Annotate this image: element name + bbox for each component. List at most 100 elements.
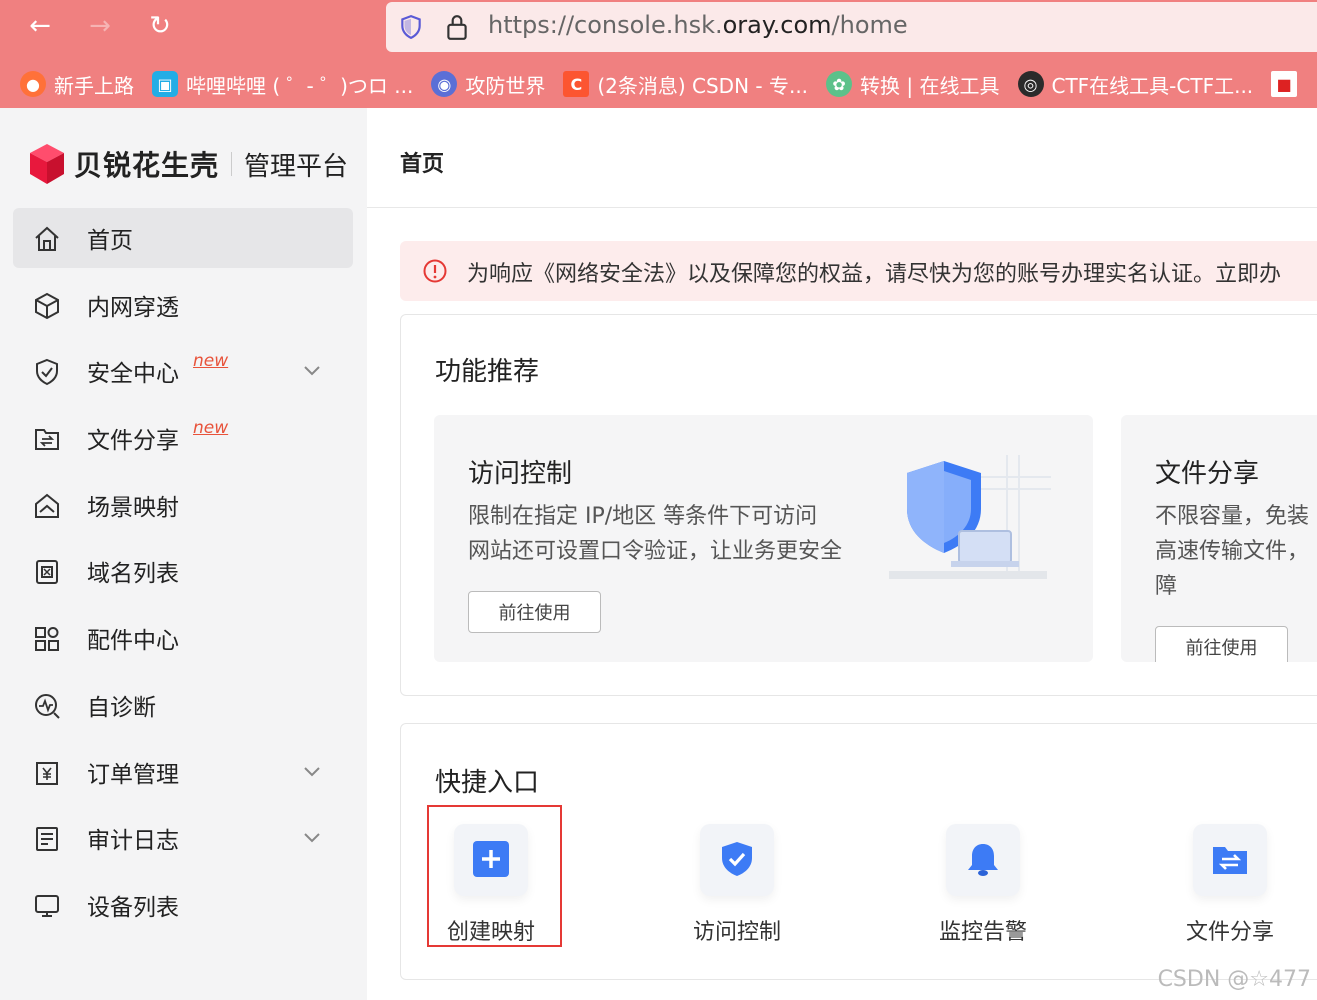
shield-laptop-illustration	[889, 455, 1051, 579]
quick-label: 文件分享	[1186, 920, 1275, 945]
bilibili-icon: ▣	[152, 71, 178, 97]
order-icon	[36, 761, 58, 785]
warning-circle-icon	[423, 259, 447, 283]
sidebar-item-orders[interactable]: 订单管理	[13, 742, 353, 802]
sidebar-item-devices[interactable]: 设备列表	[13, 875, 353, 935]
back-icon[interactable]: ←	[20, 8, 60, 44]
bookmark-label: CTF在线工具-CTF工...	[1051, 73, 1254, 98]
go-use-button[interactable]: 前往使用	[468, 591, 601, 633]
scene-icon	[35, 493, 59, 518]
sidebar-item-label: 订单管理	[87, 761, 179, 788]
bookmark-item[interactable]: ◎ CTF在线工具-CTF工...	[1017, 70, 1254, 99]
sidebar-item-security[interactable]: 安全中心 new	[13, 341, 353, 401]
home-icon	[35, 226, 59, 251]
sidebar-item-label: 审计日志	[87, 828, 179, 855]
sidebar-item-accessories[interactable]: 配件中心	[13, 608, 353, 668]
feature-title: 访问控制	[468, 459, 573, 489]
bookmarks-bar: ● 新手上路 ▣ 哔哩哔哩 ( ゜- ゜)つロ ... ◉ 攻防世界 C (2条…	[0, 62, 1317, 106]
url-prefix: https://console.hsk.	[488, 11, 723, 39]
feature-desc-line: 不限容量，免装	[1155, 504, 1310, 529]
sidebar-menu: 首页 内网穿透 安全中心 new 文件分享 new 场景映射 域名列表 配件中心…	[13, 208, 353, 942]
bookmark-item[interactable]: C (2条消息) CSDN - 专...	[563, 70, 808, 99]
forward-icon[interactable]: →	[80, 8, 120, 44]
bookmark-item[interactable]: ● 新手上路	[20, 70, 134, 99]
feature-desc-line: 高速传输文件，	[1155, 539, 1310, 564]
quick-label: 访问控制	[693, 920, 782, 945]
feature-desc: 不限容量，免装 高速传输文件， 障	[1155, 499, 1309, 604]
folder-share-icon	[35, 429, 59, 451]
reload-icon[interactable]: ↻	[140, 8, 180, 44]
brand-subtitle: 管理平台	[244, 151, 349, 182]
sidebar-item-audit-log[interactable]: 审计日志	[13, 808, 353, 868]
highlight-box	[427, 805, 562, 947]
puzzle-icon: ✿	[826, 71, 853, 97]
sidebar-item-label: 域名列表	[87, 561, 179, 588]
feature-card-access-control: 访问控制 限制在指定 IP/地区 等条件下可访问 网站还可设置口令验证，让业务更…	[434, 415, 1093, 662]
bookmark-label: 转换 | 在线工具	[860, 73, 1000, 98]
bookmark-label: (2条消息) CSDN - 专...	[597, 73, 809, 98]
bookmark-item[interactable]: ◉ 攻防世界	[431, 70, 545, 99]
logo[interactable]: 贝锐花生壳 管理平台	[28, 142, 348, 186]
feature-title: 文件分享	[1155, 459, 1260, 489]
address-bar[interactable]: https://console.hsk.oray.com/home	[386, 2, 1317, 52]
url-path: /home	[831, 11, 908, 39]
cube-icon	[35, 292, 59, 319]
feature-desc-line: 网站还可设置口令验证，让业务更安全	[468, 539, 843, 564]
bookmark-item[interactable]: ▣ 哔哩哔哩 ( ゜- ゜)つロ ...	[152, 70, 413, 99]
diagnose-icon	[35, 693, 60, 719]
url-text[interactable]: https://console.hsk.oray.com/home	[488, 11, 908, 39]
sidebar-item-intranet[interactable]: 内网穿透	[13, 275, 353, 335]
bookmark-label: 新手上路	[54, 73, 134, 98]
chevron-down-icon[interactable]	[303, 363, 321, 377]
sidebar-item-file-share[interactable]: 文件分享 new	[13, 408, 353, 468]
overflow-bookmark-icon: ■	[1271, 71, 1298, 97]
sidebar: 贝锐花生壳 管理平台 首页 内网穿透 安全中心 new 文件分享 new 场景映…	[0, 108, 367, 1000]
shield-check-icon	[722, 842, 752, 876]
page-header: 首页	[367, 108, 1317, 208]
sidebar-item-diagnose[interactable]: 自诊断	[13, 675, 353, 735]
logo-divider	[231, 152, 233, 176]
bookmark-item[interactable]: ✿ 转换 | 在线工具	[826, 70, 1000, 99]
quick-access-control[interactable]: 访问控制	[647, 824, 797, 974]
realname-notice[interactable]: 为响应《网络安全法》以及保障您的权益，请尽快为您的账号办理实名认证。立即办	[400, 241, 1317, 301]
feature-desc-line: 障	[1155, 574, 1178, 599]
new-badge: new	[193, 351, 229, 372]
sidebar-item-scene[interactable]: 场景映射	[13, 475, 353, 535]
bookmark-label: 哔哩哔哩 ( ゜- ゜)つロ ...	[186, 73, 414, 98]
notice-text: 为响应《网络安全法》以及保障您的权益，请尽快为您的账号办理实名认证。立即办	[467, 262, 1282, 287]
quick-label: 监控告警	[939, 920, 1028, 945]
bookmark-item[interactable]: ■	[1271, 71, 1305, 97]
feature-card-file-share: 文件分享 不限容量，免装 高速传输文件， 障 前往使用	[1121, 415, 1317, 662]
quick-icon-tile	[946, 824, 1020, 896]
quick-monitor-alert[interactable]: 监控告警	[893, 824, 1043, 974]
sidebar-item-domains[interactable]: 域名列表	[13, 541, 353, 601]
quick-file-share[interactable]: 文件分享	[1140, 824, 1290, 974]
sidebar-item-home[interactable]: 首页	[13, 208, 353, 268]
sidebar-item-label: 设备列表	[87, 894, 179, 921]
shield-icon	[36, 359, 58, 386]
quick-icon-tile	[1193, 824, 1267, 896]
chevron-down-icon[interactable]	[303, 764, 321, 778]
page-title: 首页	[400, 152, 445, 177]
chevron-down-icon[interactable]	[303, 830, 321, 844]
section-title: 快捷入口	[435, 768, 540, 798]
folder-transfer-icon	[1213, 847, 1247, 874]
quick-icon-tile	[700, 824, 774, 896]
bookmark-label: 攻防世界	[465, 73, 546, 98]
main-content: 首页 为响应《网络安全法》以及保障您的权益，请尽快为您的账号办理实名认证。立即办…	[367, 108, 1317, 1000]
new-badge: new	[193, 418, 229, 439]
lock-icon[interactable]	[444, 13, 470, 41]
apps-icon	[35, 627, 59, 652]
domain-icon	[36, 560, 58, 585]
sidebar-item-label: 场景映射	[87, 494, 179, 521]
sidebar-item-label: 安全中心	[87, 361, 179, 388]
go-use-button[interactable]: 前往使用	[1155, 626, 1288, 662]
tracking-shield-icon[interactable]	[398, 14, 424, 40]
brand-name: 贝锐花生壳	[74, 149, 220, 182]
log-icon	[36, 827, 58, 852]
csdn-icon: C	[563, 71, 590, 97]
sidebar-item-label: 文件分享	[87, 428, 179, 455]
sidebar-item-label: 配件中心	[87, 628, 179, 655]
sidebar-item-label: 自诊断	[87, 694, 156, 721]
sidebar-item-label: 内网穿透	[87, 294, 179, 321]
